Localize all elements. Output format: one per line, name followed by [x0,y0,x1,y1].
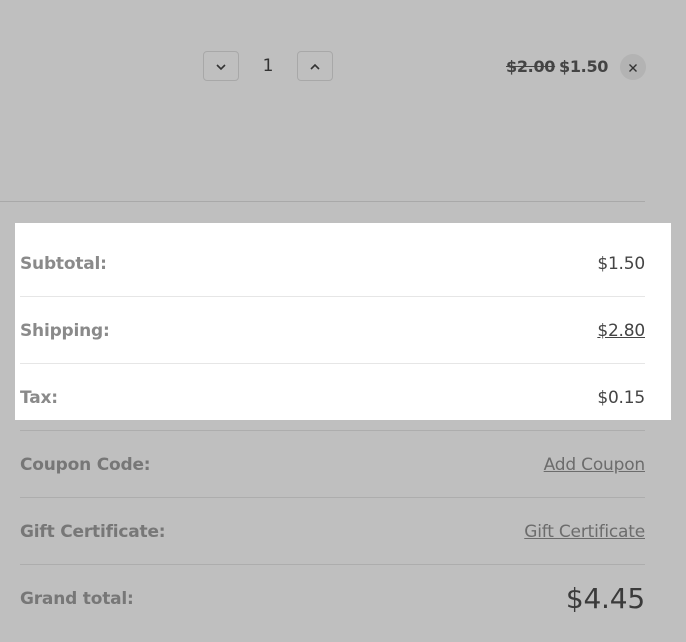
tax-value: $0.15 [597,387,645,408]
add-coupon-link[interactable]: Add Coupon [544,455,646,475]
subtotal-label: Subtotal: [20,253,107,274]
shipping-value-link[interactable]: $2.80 [597,321,645,341]
remove-item-button[interactable] [620,54,646,80]
quantity-decrease-button[interactable] [203,51,239,81]
gift-certificate-link[interactable]: Gift Certificate [524,522,645,542]
coupon-label: Coupon Code: [20,454,151,475]
subtotal-value: $1.50 [597,253,645,274]
grand-total-value: $4.45 [565,582,645,615]
grand-total-row: Grand total: $4.45 [20,565,645,632]
item-divider [0,201,645,202]
original-price: $2.00 [506,57,556,76]
subtotal-row: Subtotal: $1.50 [20,230,645,297]
grand-total-label: Grand total: [20,588,134,609]
gift-certificate-label: Gift Certificate: [20,521,166,542]
quantity-value[interactable]: 1 [252,55,284,77]
sale-price: $1.50 [559,57,609,76]
tax-row: Tax: $0.15 [20,364,645,431]
shipping-row: Shipping: $2.80 [20,297,645,364]
quantity-increase-button[interactable] [297,51,333,81]
gift-certificate-row: Gift Certificate: Gift Certificate [20,498,645,565]
tax-label: Tax: [20,387,58,408]
shipping-label: Shipping: [20,320,110,341]
close-icon [628,58,638,77]
chevron-down-icon [215,59,227,74]
coupon-row: Coupon Code: Add Coupon [20,431,645,498]
chevron-up-icon [309,59,321,74]
